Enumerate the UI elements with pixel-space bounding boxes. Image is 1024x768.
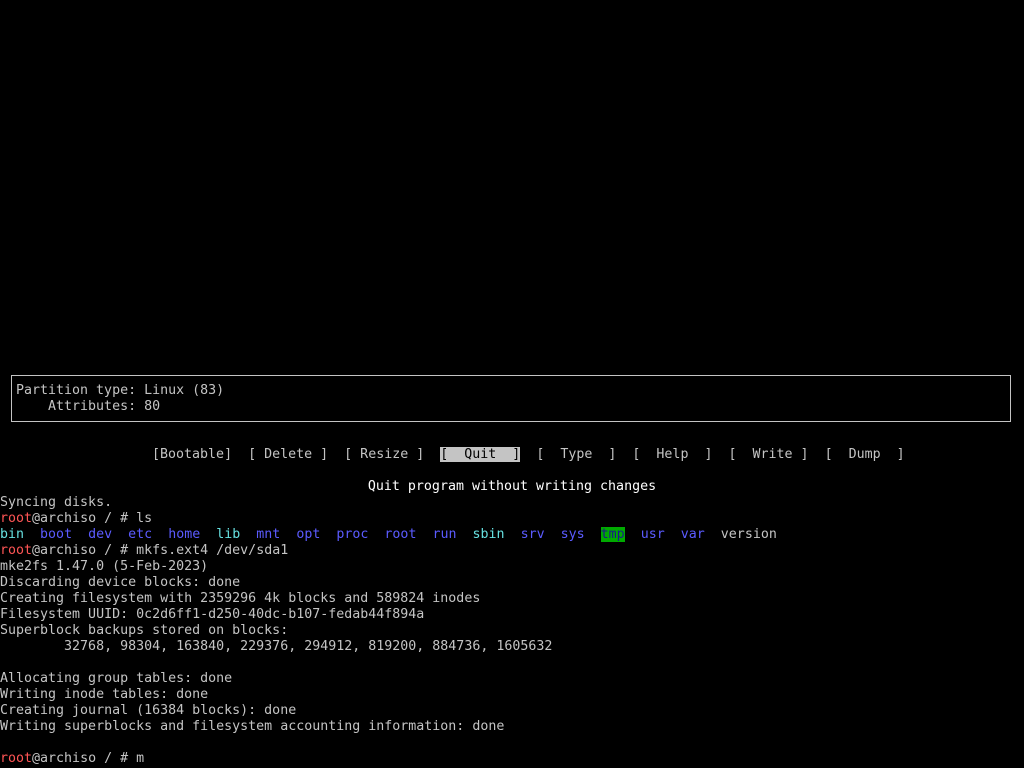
cfdisk-menu-bar: [Bootable] [ Delete ] [ Resize ] [ Quit … <box>136 431 905 462</box>
terminal-current-prompt[interactable]: root@archiso / # m <box>0 751 144 767</box>
terminal-line-journal: Creating journal (16384 blocks): done <box>0 703 297 718</box>
command-text: mkfs.ext4 /dev/sda1 <box>136 543 289 558</box>
terminal-line-discarding: Discarding device blocks: done <box>0 575 241 590</box>
ls-entry-srv: srv <box>520 527 545 542</box>
ls-entry-var: var <box>680 527 705 542</box>
ls-entry-sys: sys <box>560 527 585 542</box>
dump-button[interactable]: [ Dump ] <box>825 447 905 462</box>
ls-entry-opt: opt <box>296 527 321 542</box>
terminal-line-superblock-list: 32768, 98304, 163840, 229376, 294912, 81… <box>0 639 553 654</box>
ls-entry-proc: proc <box>336 527 369 542</box>
terminal-line-superblock-header: Superblock backups stored on blocks: <box>0 623 289 638</box>
ls-entry-lib: lib <box>216 527 241 542</box>
menu-item-description: Quit program without writing changes <box>367 479 657 494</box>
help-button[interactable]: [ Help ] <box>632 447 712 462</box>
prompt-suffix: @archiso / # <box>32 511 137 526</box>
quit-button[interactable]: [ Quit ] <box>440 447 521 462</box>
partition-info-box: Partition type: Linux (83) Attributes: 8… <box>11 375 1011 422</box>
bootable-button[interactable]: [Bootable] <box>152 447 232 462</box>
ls-entry-root: root <box>384 527 417 542</box>
ls-entry-run: run <box>432 527 457 542</box>
partition-type-line: Partition type: Linux (83) <box>16 383 225 398</box>
terminal-line-creating-fs: Creating filesystem with 2359296 4k bloc… <box>0 591 481 606</box>
ls-entry-version: version <box>720 527 777 542</box>
ls-entry-dev: dev <box>88 527 113 542</box>
terminal-line-mke2fs-version: mke2fs 1.47.0 (5-Feb-2023) <box>0 559 209 574</box>
command-text: ls <box>136 511 153 526</box>
terminal-line-inode-tables: Writing inode tables: done <box>0 687 209 702</box>
prompt-user: root <box>0 751 33 766</box>
command-input[interactable]: m <box>136 751 144 766</box>
ls-entry-tmp: tmp <box>600 527 625 542</box>
resize-button[interactable]: [ Resize ] <box>344 447 424 462</box>
terminal-line-syncing: Syncing disks. <box>0 495 113 510</box>
write-button[interactable]: [ Write ] <box>728 447 808 462</box>
terminal-line-uuid: Filesystem UUID: 0c2d6ff1-d250-40dc-b107… <box>0 607 425 622</box>
prompt-suffix: @archiso / # <box>32 543 137 558</box>
prompt-user: root <box>0 543 33 558</box>
prompt-user: root <box>0 511 33 526</box>
ls-entry-bin: bin <box>0 527 25 542</box>
prompt-suffix: @archiso / # <box>32 751 137 766</box>
ls-entry-home: home <box>168 527 201 542</box>
terminal-line-superblocks-acct: Writing superblocks and filesystem accou… <box>0 719 505 734</box>
ls-entry-usr: usr <box>640 527 665 542</box>
ls-entry-etc: etc <box>128 527 153 542</box>
terminal-line-alloc-group: Allocating group tables: done <box>0 671 233 686</box>
delete-button[interactable]: [ Delete ] <box>248 447 328 462</box>
terminal-prompt-ls: root@archiso / # ls <box>0 511 152 527</box>
type-button[interactable]: [ Type ] <box>536 447 616 462</box>
ls-entry-mnt: mnt <box>256 527 281 542</box>
ls-entry-sbin: sbin <box>472 527 505 542</box>
partition-attributes-line: Attributes: 80 <box>16 399 161 414</box>
ls-entry-boot: boot <box>40 527 73 542</box>
terminal-prompt-mkfs: root@archiso / # mkfs.ext4 /dev/sda1 <box>0 543 288 559</box>
ls-output: bin boot dev etc home lib mnt opt proc r… <box>0 527 777 543</box>
